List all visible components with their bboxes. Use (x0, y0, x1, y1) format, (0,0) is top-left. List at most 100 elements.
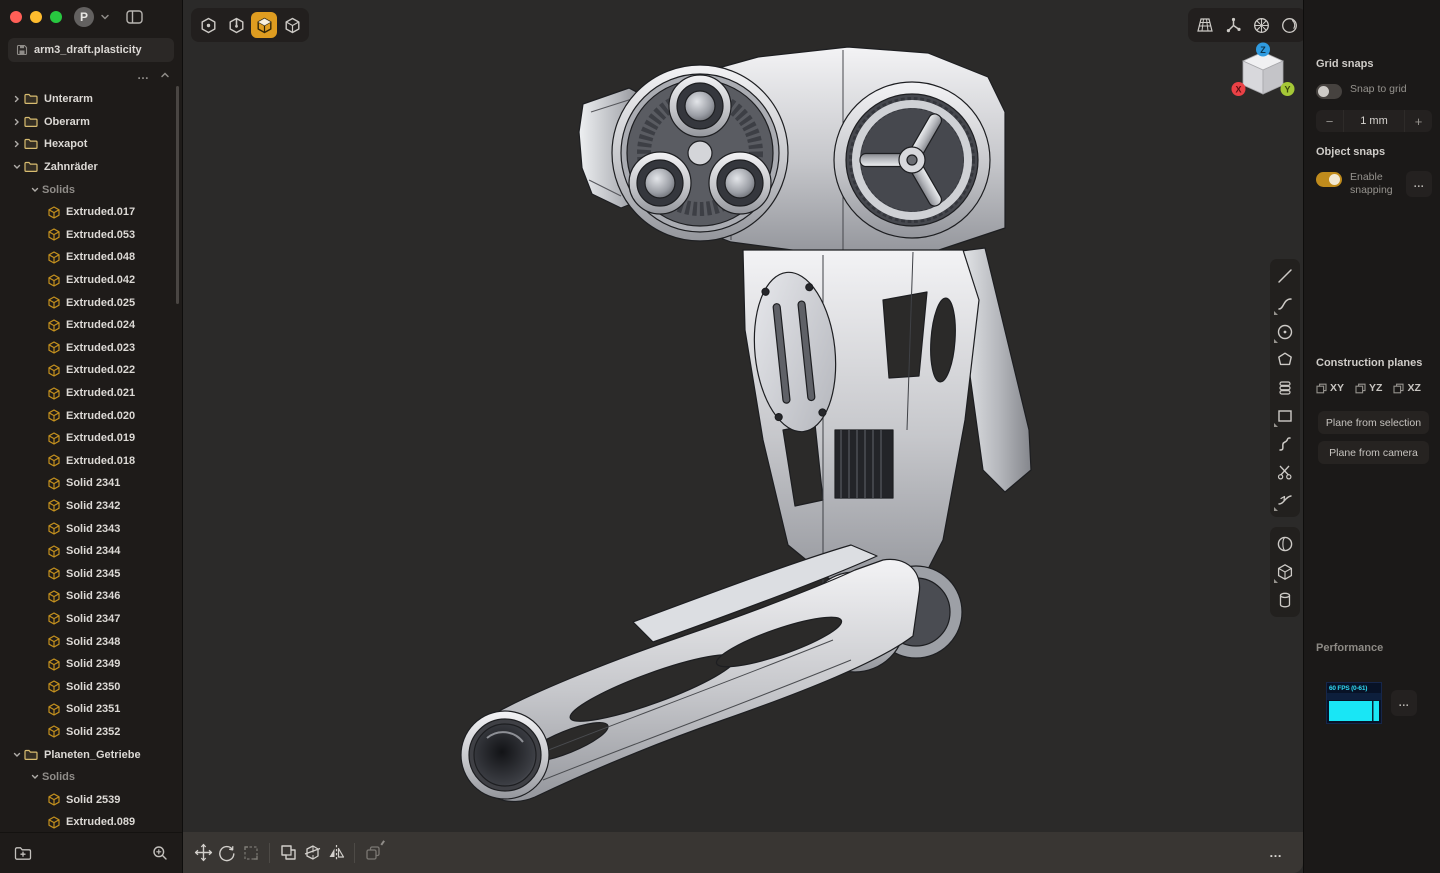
tree-more-button[interactable]: … (137, 69, 150, 81)
tree-item[interactable]: Extruded.022 (0, 359, 182, 382)
tripod-icon[interactable] (1220, 12, 1246, 38)
matcap-sphere-icon[interactable] (1276, 12, 1302, 38)
polygon-icon[interactable] (1272, 346, 1298, 374)
toolbar-more-button[interactable]: … (1269, 845, 1295, 860)
chevron-icon[interactable] (10, 163, 24, 171)
tree-item[interactable]: Solid 2342 (0, 495, 182, 518)
tree-item[interactable]: Extruded.017 (0, 201, 182, 224)
snap-to-grid-toggle[interactable] (1316, 84, 1342, 99)
tree-item[interactable]: Planeten_Getriebe (0, 743, 182, 766)
spline-icon[interactable] (1272, 430, 1298, 458)
decrement-button[interactable]: − (1316, 110, 1343, 132)
scale-icon[interactable] (239, 841, 263, 865)
grid-size-stepper: − 1 mm + (1316, 110, 1432, 132)
tree-item[interactable]: Solid 2343 (0, 517, 182, 540)
offset-curve-icon[interactable] (1272, 486, 1298, 514)
body-select-icon[interactable] (279, 12, 305, 38)
sphere-icon[interactable] (1272, 530, 1298, 558)
cylinder-icon[interactable] (1272, 586, 1298, 614)
chevron-icon[interactable] (28, 773, 42, 781)
app-logo[interactable]: P (74, 7, 94, 27)
chevron-icon[interactable] (10, 118, 24, 126)
tree-item[interactable]: Unterarm (0, 88, 182, 111)
chevron-icon[interactable] (10, 140, 24, 148)
tree-item[interactable]: Extruded.021 (0, 382, 182, 405)
mirror-icon[interactable] (324, 841, 348, 865)
tree-item-label: Solids (42, 183, 76, 196)
rotate-icon[interactable] (215, 841, 239, 865)
tree-item[interactable]: Solid 2352 (0, 721, 182, 744)
tree-item[interactable]: Extruded.024 (0, 314, 182, 337)
spoked-wheel-icon[interactable] (1248, 12, 1274, 38)
tree-item[interactable]: Extruded.020 (0, 404, 182, 427)
close-button[interactable] (10, 11, 22, 23)
tree-item[interactable]: Extruded.025 (0, 291, 182, 314)
tree-item[interactable]: Solid 2347 (0, 608, 182, 631)
tree-item[interactable]: Solid 2348 (0, 630, 182, 653)
boolean-icon[interactable] (276, 841, 300, 865)
tree-item[interactable]: Hexapot (0, 133, 182, 156)
chevron-down-icon[interactable] (100, 12, 110, 22)
tree-scrollbar[interactable] (176, 86, 179, 304)
sidebar-toggle-icon[interactable] (126, 10, 143, 24)
viewport-canvas[interactable] (183, 0, 1303, 832)
cut-icon[interactable] (300, 841, 324, 865)
svg-text:Z: Z (1260, 45, 1266, 55)
construction-plane-button[interactable]: YZ (1355, 382, 1382, 394)
cube-icon[interactable] (1272, 558, 1298, 586)
tree-item[interactable]: Extruded.018 (0, 450, 182, 473)
viewport[interactable]: Z X Y … (183, 0, 1306, 873)
tree-item[interactable]: Solid 2346 (0, 585, 182, 608)
zoom-button[interactable] (50, 11, 62, 23)
tree-item[interactable]: Solids (0, 178, 182, 201)
construction-plane-action-button[interactable]: Plane from camera (1318, 441, 1429, 464)
construction-plane-action-button[interactable]: Plane from selection (1318, 411, 1429, 434)
tree-item[interactable]: Solid 2350 (0, 675, 182, 698)
circle-center-icon[interactable] (1272, 318, 1298, 346)
grid-size-value[interactable]: 1 mm (1343, 110, 1405, 132)
increment-button[interactable]: + (1405, 110, 1432, 132)
face-select-icon[interactable] (251, 12, 277, 38)
curve-icon[interactable] (1272, 290, 1298, 318)
tree-item[interactable]: Solid 2341 (0, 472, 182, 495)
tree-item[interactable]: Extruded.042 (0, 269, 182, 292)
tree-item[interactable]: Solid 2344 (0, 540, 182, 563)
duplicate-icon[interactable] (361, 841, 385, 865)
stacked-ellipses-icon[interactable] (1272, 374, 1298, 402)
performance-more-button[interactable]: … (1391, 690, 1417, 716)
chevron-up-icon[interactable] (160, 70, 170, 80)
construction-plane-button[interactable]: XY (1316, 382, 1344, 394)
tree-item[interactable]: Solid 2349 (0, 653, 182, 676)
rectangle-icon[interactable] (1272, 402, 1298, 430)
tree-item[interactable]: Extruded.089 (0, 811, 182, 832)
edge-select-icon[interactable] (223, 12, 249, 38)
move-icon[interactable] (191, 841, 215, 865)
tree-item[interactable]: Extruded.053 (0, 224, 182, 247)
tree-item[interactable]: Solid 2351 (0, 698, 182, 721)
construction-plane-button[interactable]: XZ (1393, 382, 1421, 394)
settings-panel: Grid snaps Snap to grid − 1 mm + Object … (1303, 0, 1440, 873)
object-snaps-more-button[interactable]: … (1406, 171, 1432, 197)
tree-item[interactable]: Oberarm (0, 111, 182, 134)
line-icon[interactable] (1272, 262, 1298, 290)
chevron-icon[interactable] (10, 95, 24, 103)
grid-icon[interactable] (1192, 12, 1218, 38)
tree-item[interactable]: Extruded.023 (0, 337, 182, 360)
tree-item[interactable]: Solids (0, 766, 182, 789)
tree-item[interactable]: Solid 2539 (0, 788, 182, 811)
tree-item[interactable]: Zahnräder (0, 156, 182, 179)
tree-item[interactable]: Solid 2345 (0, 562, 182, 585)
chevron-icon[interactable] (28, 186, 42, 194)
scissors-icon[interactable] (1272, 458, 1298, 486)
file-name-box[interactable]: arm3_draft.plasticity (8, 38, 174, 62)
chevron-icon[interactable] (10, 751, 24, 759)
model-robotic-arm[interactable] (460, 46, 1032, 802)
minimize-button[interactable] (30, 11, 42, 23)
new-folder-icon[interactable] (14, 846, 32, 861)
enable-snapping-toggle[interactable] (1316, 172, 1342, 187)
search-icon[interactable] (152, 845, 168, 861)
tree-item[interactable]: Extruded.019 (0, 427, 182, 450)
vertex-select-icon[interactable] (195, 12, 221, 38)
tree-item[interactable]: Extruded.048 (0, 246, 182, 269)
view-cube[interactable]: Z X Y (1231, 42, 1295, 106)
